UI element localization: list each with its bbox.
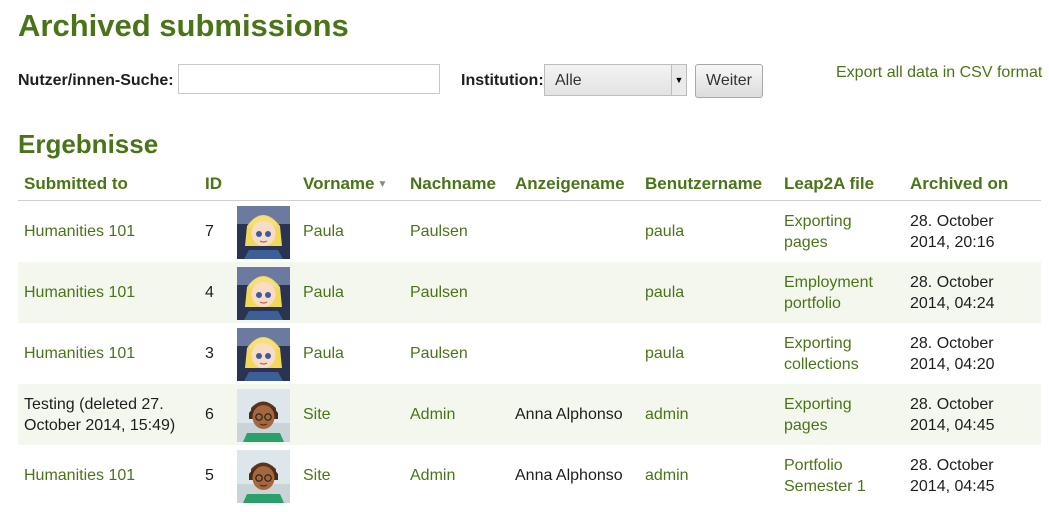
results-table: Submitted to ID Vorname ▼ Nachname Anzeig…: [18, 168, 1041, 506]
row-displayname: Anna Alphonso: [509, 445, 639, 506]
username-link[interactable]: admin: [645, 406, 689, 423]
submitted-to-link[interactable]: Humanities 101: [24, 223, 135, 240]
table-row: Testing (deleted 27. October 2014, 15:49…: [18, 384, 1041, 445]
lastname-link[interactable]: Paulsen: [410, 284, 468, 301]
col-username[interactable]: Benutzername: [639, 168, 778, 201]
firstname-link[interactable]: Paula: [303, 284, 344, 301]
row-id: 5: [199, 445, 231, 506]
username-link[interactable]: paula: [645, 223, 684, 240]
row-displayname: [509, 262, 639, 323]
admin-avatar-icon: [237, 449, 290, 503]
submitted-to-link[interactable]: Humanities 101: [24, 345, 135, 362]
row-archived-on: 28. October 2014, 04:24: [904, 262, 1041, 323]
username-link[interactable]: paula: [645, 284, 684, 301]
institution-selected-value: Alle: [555, 72, 582, 89]
table-row: Humanities 101 7 Paula Paulsen paula Exp…: [18, 200, 1041, 262]
leap2a-file-link[interactable]: Portfolio Semester 1: [784, 457, 866, 495]
row-id: 6: [199, 384, 231, 445]
table-row: Humanities 101 4 Paula Paulsen paula Emp…: [18, 262, 1041, 323]
go-button[interactable]: Weiter: [695, 64, 763, 98]
row-archived-on: 28. October 2014, 04:20: [904, 323, 1041, 384]
leap2a-file-link[interactable]: Exporting pages: [784, 396, 852, 434]
submitted-to-link[interactable]: Humanities 101: [24, 284, 135, 301]
col-id[interactable]: ID: [199, 168, 231, 201]
username-link[interactable]: paula: [645, 345, 684, 362]
table-row: Humanities 101 3 Paula Paulsen paula Exp…: [18, 323, 1041, 384]
user-search-label: Nutzer/innen-Suche:: [18, 72, 174, 89]
row-id: 4: [199, 262, 231, 323]
col-archived-on[interactable]: Archived on: [904, 168, 1041, 201]
lastname-link[interactable]: Paulsen: [410, 345, 468, 362]
lastname-link[interactable]: Paulsen: [410, 223, 468, 240]
row-id: 3: [199, 323, 231, 384]
lastname-link[interactable]: Admin: [410, 406, 455, 423]
table-row: Humanities 101 5 Site Admin Anna Alphons…: [18, 445, 1041, 506]
row-archived-on: 28. October 2014, 04:45: [904, 445, 1041, 506]
firstname-link[interactable]: Paula: [303, 223, 344, 240]
export-csv-link[interactable]: Export all data in CSV format: [836, 64, 1042, 82]
row-displayname: [509, 323, 639, 384]
admin-avatar-icon: [237, 388, 290, 442]
leap2a-file-link[interactable]: Employment portfolio: [784, 274, 873, 312]
user-search-input[interactable]: [178, 64, 440, 94]
username-link[interactable]: admin: [645, 467, 689, 484]
col-submitted-to[interactable]: Submitted to: [18, 168, 199, 201]
submitted-to-link[interactable]: Humanities 101: [24, 467, 135, 484]
submitted-to-text: Testing (deleted 27. October 2014, 15:49…: [24, 395, 176, 434]
col-firstname-label: Vorname: [303, 174, 375, 193]
row-archived-on: 28. October 2014, 04:45: [904, 384, 1041, 445]
row-id: 7: [199, 200, 231, 262]
paula-avatar-icon: [237, 327, 290, 381]
row-displayname: Anna Alphonso: [509, 384, 639, 445]
firstname-link[interactable]: Site: [303, 467, 331, 484]
firstname-link[interactable]: Paula: [303, 345, 344, 362]
col-firstname[interactable]: Vorname ▼: [297, 168, 404, 201]
results-heading: Ergebnisse: [18, 129, 159, 159]
leap2a-file-link[interactable]: Exporting collections: [784, 335, 859, 373]
leap2a-file-link[interactable]: Exporting pages: [784, 213, 852, 251]
page-title: Archived submissions: [18, 8, 349, 43]
col-avatar: [231, 168, 297, 201]
row-displayname: [509, 200, 639, 262]
institution-label: Institution:: [461, 72, 544, 89]
paula-avatar-icon: [237, 205, 290, 259]
row-archived-on: 28. October 2014, 20:16: [904, 200, 1041, 262]
institution-select[interactable]: Alle ▼: [544, 64, 687, 96]
col-leap2a[interactable]: Leap2A file: [778, 168, 904, 201]
lastname-link[interactable]: Admin: [410, 467, 455, 484]
col-displayname[interactable]: Anzeigename: [509, 168, 639, 201]
table-header-row: Submitted to ID Vorname ▼ Nachname Anzeig…: [18, 168, 1041, 201]
paula-avatar-icon: [237, 266, 290, 320]
col-lastname[interactable]: Nachname: [404, 168, 509, 201]
sort-desc-icon: ▼: [377, 179, 388, 191]
firstname-link[interactable]: Site: [303, 406, 331, 423]
dropdown-arrow-icon: ▼: [671, 65, 686, 95]
